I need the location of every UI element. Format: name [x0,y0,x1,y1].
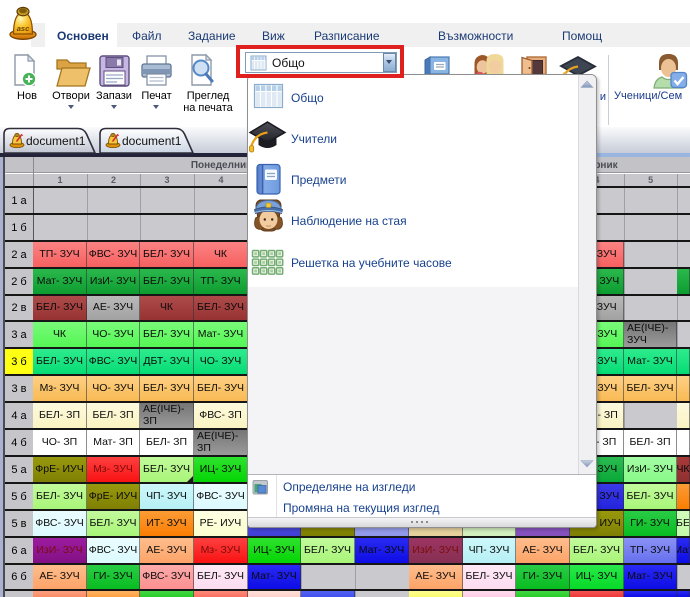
svg-text:asc: asc [17,24,30,33]
